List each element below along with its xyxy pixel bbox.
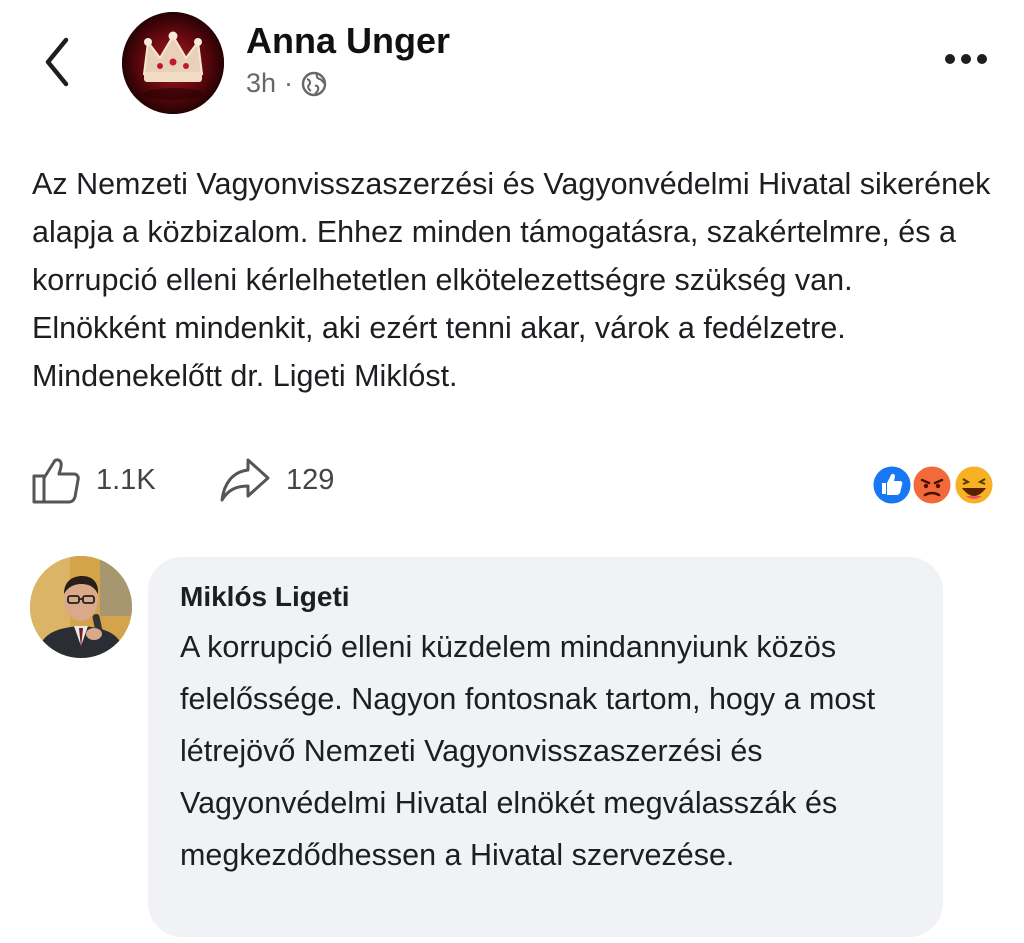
like-button[interactable]: 1.1K — [30, 454, 156, 506]
post-author-name[interactable]: Anna Unger — [246, 20, 450, 62]
haha-reaction-icon — [952, 463, 996, 507]
back-button[interactable] — [38, 34, 78, 90]
commenter-avatar[interactable] — [30, 556, 132, 658]
angry-reaction-icon — [910, 463, 954, 507]
thumbs-up-icon — [32, 458, 80, 504]
reaction-icons — [870, 463, 996, 507]
author-avatar[interactable] — [122, 12, 224, 114]
more-options-button[interactable] — [938, 44, 994, 74]
post-time[interactable]: 3h — [246, 68, 276, 99]
chevron-left-icon — [45, 37, 69, 87]
comment-bubble: Miklós Ligeti A korrupció elleni küzdele… — [148, 557, 943, 937]
post-meta: 3h · — [246, 68, 327, 99]
person-avatar-image — [30, 556, 132, 658]
share-count: 129 — [286, 463, 335, 496]
meta-separator: · — [284, 68, 294, 98]
globe-icon[interactable] — [301, 71, 327, 97]
like-reaction-icon — [870, 463, 914, 507]
like-count: 1.1K — [96, 463, 156, 496]
reactions-summary[interactable] — [870, 462, 1000, 508]
crown-avatar-image — [122, 12, 224, 114]
ellipsis-icon — [945, 54, 987, 64]
share-arrow-icon — [220, 458, 270, 502]
post-body-text: Az Nemzeti Vagyonvisszaszerzési és Vagyo… — [32, 167, 991, 393]
comment-text: A korrupció elleni küzdelem mindannyiunk… — [180, 630, 876, 872]
comment-author-name[interactable]: Miklós Ligeti — [180, 581, 350, 613]
share-button[interactable]: 129 — [218, 454, 334, 506]
